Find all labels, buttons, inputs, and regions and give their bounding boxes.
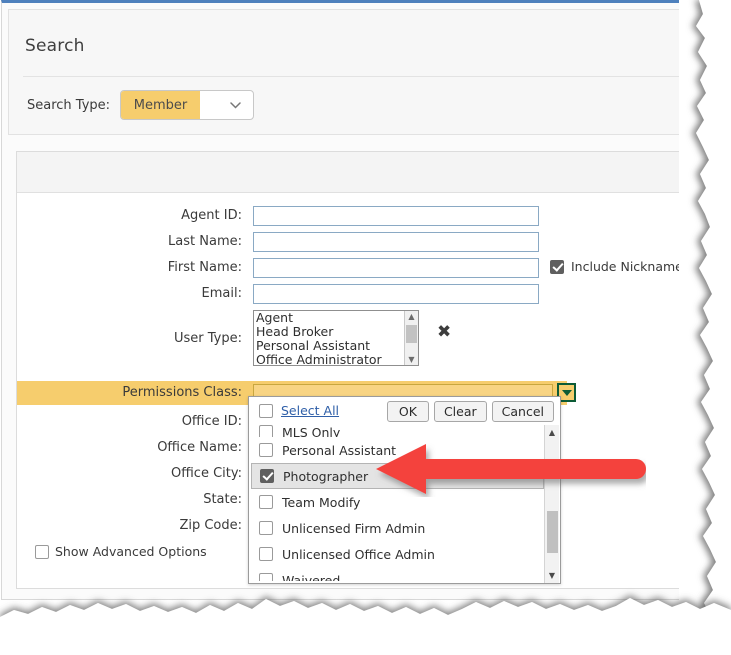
dropdown-header: Select All OK Clear Cancel	[249, 397, 560, 425]
state-label: State:	[203, 492, 242, 507]
include-nickname-checkbox[interactable]	[550, 259, 564, 274]
agent-id-label: Agent ID:	[181, 208, 242, 223]
office-id-label: Office ID:	[181, 414, 242, 429]
page-title: Search	[25, 36, 85, 56]
list-item[interactable]: Personal Assistant	[254, 339, 418, 353]
field-row-user-type: User Type: Agent Head Broker Personal As…	[17, 310, 705, 368]
list-item[interactable]: Photographer	[251, 463, 544, 489]
option-checkbox[interactable]	[259, 425, 273, 437]
list-item[interactable]: Office Administrator	[254, 353, 418, 366]
basic-fields-group: Agent ID: Last Name: First Name: Include…	[17, 204, 705, 368]
triangle-up-icon[interactable]: ▲	[405, 311, 418, 322]
triangle-down-icon[interactable]: ▼	[405, 354, 418, 365]
include-nickname-label: Include Nickname	[571, 259, 683, 274]
first-name-label: First Name:	[167, 260, 242, 275]
show-advanced-options-label: Show Advanced Options	[55, 544, 207, 559]
user-type-listbox[interactable]: Agent Head Broker Personal Assistant Off…	[253, 310, 419, 366]
dropdown-scrollbar[interactable]: ▲ ▼	[544, 425, 559, 583]
search-type-label: Search Type:	[27, 98, 111, 113]
triangle-down-icon	[561, 389, 572, 396]
permissions-options-list[interactable]: MLS Only Personal Assistant Photographer…	[251, 425, 544, 581]
list-item[interactable]: Waivered	[251, 567, 544, 581]
field-row-agent-id: Agent ID:	[17, 204, 705, 228]
list-item[interactable]: MLS Only	[251, 425, 544, 437]
search-panel: Search Search Type: Member	[8, 9, 713, 135]
office-city-label: Office City:	[171, 466, 242, 481]
show-advanced-options-checkbox[interactable]	[35, 544, 49, 559]
scrollbar-thumb[interactable]	[547, 511, 558, 553]
select-all-label: Select All	[281, 403, 340, 418]
option-label: MLS Only	[282, 425, 341, 437]
clear-button[interactable]: Clear	[433, 401, 487, 422]
option-label: Team Modify	[282, 494, 361, 510]
field-row-last-name: Last Name:	[17, 230, 705, 254]
option-label: Unlicensed Firm Admin	[282, 520, 426, 536]
office-name-label: Office Name:	[157, 440, 242, 455]
option-label: Unlicensed Office Admin	[282, 546, 435, 562]
option-label: Personal Assistant	[282, 442, 397, 458]
permissions-class-label: Permissions Class:	[122, 385, 242, 400]
dropdown-action-buttons: OK Clear Cancel	[386, 401, 554, 422]
select-all-group[interactable]: Select All	[259, 403, 339, 418]
cancel-button[interactable]: Cancel	[491, 401, 554, 422]
scrollbar-thumb[interactable]	[406, 325, 417, 343]
divider	[23, 76, 713, 77]
show-advanced-options-group[interactable]: Show Advanced Options	[35, 544, 207, 559]
list-item[interactable]: Personal Assistant	[251, 437, 544, 463]
email-input[interactable]	[253, 284, 539, 304]
list-item[interactable]: Head Broker	[254, 325, 418, 339]
first-name-input[interactable]	[253, 258, 539, 278]
triangle-down-icon[interactable]: ▼	[545, 569, 559, 582]
close-x-icon[interactable]: ✖	[437, 324, 451, 341]
field-row-first-name: First Name: Include Nickname	[17, 256, 705, 280]
user-type-label: User Type:	[173, 331, 242, 346]
permissions-class-dropdown-panel[interactable]: Select All OK Clear Cancel MLS Only Pers…	[248, 396, 561, 584]
select-all-checkbox[interactable]	[259, 403, 273, 418]
agent-id-input[interactable]	[253, 206, 539, 226]
list-item[interactable]: Team Modify	[251, 489, 544, 515]
option-label: Waivered	[282, 572, 341, 582]
option-checkbox[interactable]	[260, 469, 274, 483]
triangle-up-icon[interactable]: ▲	[545, 426, 559, 439]
option-checkbox[interactable]	[259, 443, 273, 457]
panel-header-bar	[17, 152, 705, 193]
list-item[interactable]: Unlicensed Office Admin	[251, 541, 544, 567]
zip-code-label: Zip Code:	[179, 518, 242, 533]
torn-edge-bottom	[0, 577, 731, 655]
field-row-email: Email:	[17, 282, 705, 306]
last-name-label: Last Name:	[168, 234, 242, 249]
list-item[interactable]: Agent	[254, 311, 418, 325]
last-name-input[interactable]	[253, 232, 539, 252]
include-nickname-group[interactable]: Include Nickname	[550, 259, 683, 274]
search-type-selected-value: Member	[121, 91, 200, 119]
ok-button[interactable]: OK	[386, 401, 429, 422]
search-type-select[interactable]: Member	[120, 90, 254, 120]
option-checkbox[interactable]	[259, 521, 273, 535]
option-checkbox[interactable]	[259, 573, 273, 581]
chevron-down-icon	[230, 91, 241, 119]
list-item[interactable]: Unlicensed Firm Admin	[251, 515, 544, 541]
user-type-scrollbar[interactable]: ▲ ▼	[404, 311, 418, 365]
torn-paper-sheet: Search Search Type: Member Agent ID: Las…	[0, 0, 720, 618]
option-label: Photographer	[283, 468, 369, 484]
option-checkbox[interactable]	[259, 495, 273, 509]
email-label: Email:	[201, 286, 242, 301]
option-checkbox[interactable]	[259, 547, 273, 561]
